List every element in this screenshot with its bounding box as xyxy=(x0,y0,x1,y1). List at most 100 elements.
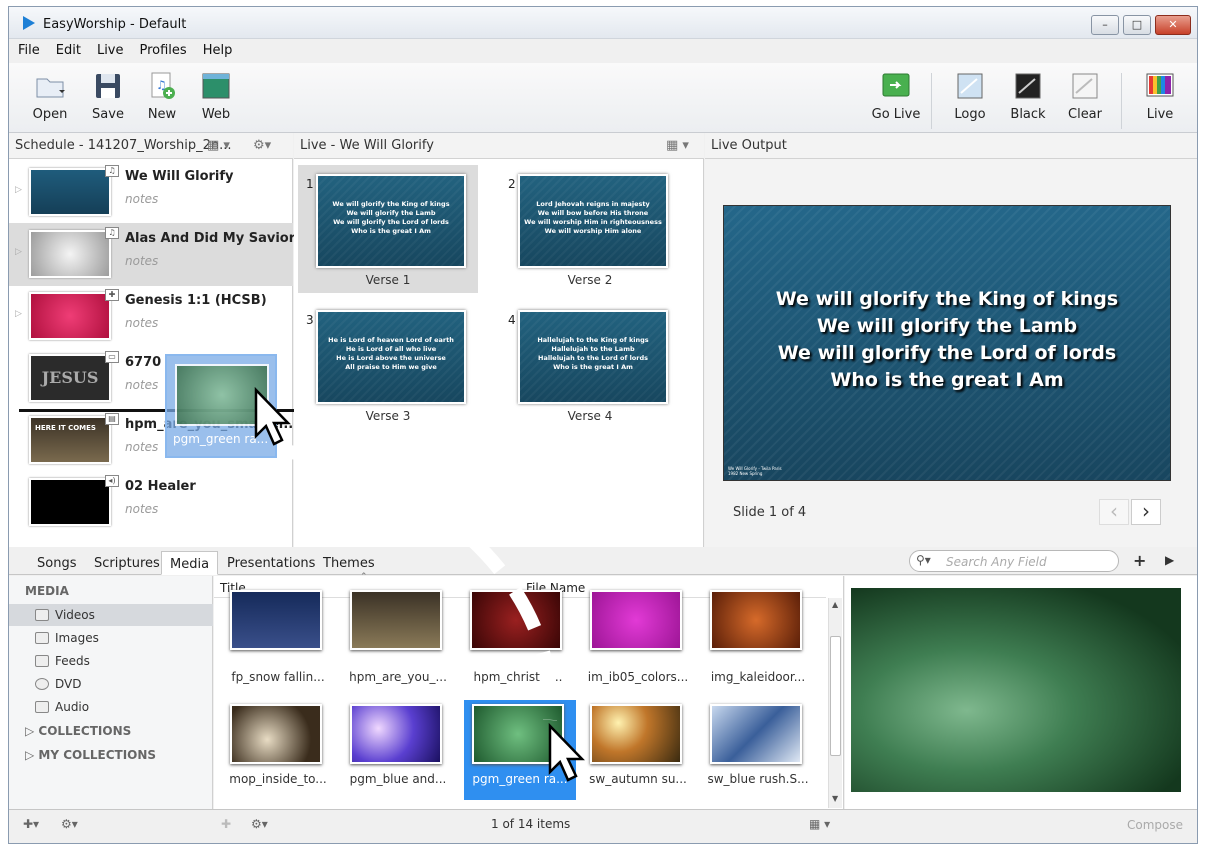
sidebar-item-videos[interactable]: Videos xyxy=(9,604,213,626)
scroll-down-icon[interactable]: ▼ xyxy=(832,794,838,803)
black-button[interactable]: Black xyxy=(1001,71,1055,122)
save-button[interactable]: Save xyxy=(81,71,135,122)
compose-button[interactable]: Compose xyxy=(1127,818,1183,832)
sidebar-item-audio[interactable]: Audio xyxy=(9,696,213,718)
tab-media[interactable]: Media xyxy=(161,551,219,575)
slide-thumbnail[interactable]: 3 He is Lord of heaven Lord of earth He i… xyxy=(298,301,478,429)
media-item[interactable]: sw_blue rush.S... xyxy=(702,700,809,800)
view-mode-icon[interactable]: ▦ ▾ xyxy=(809,817,830,831)
live-panel-title: Live - We Will Glorify xyxy=(300,138,434,153)
menu-help[interactable]: Help xyxy=(194,39,240,58)
thumbnail xyxy=(29,478,111,526)
tab-scriptures[interactable]: Scriptures xyxy=(86,551,168,575)
slide-thumbnail[interactable]: 4 Hallelujah to the King of kings Hallelu… xyxy=(500,301,680,429)
menu-edit[interactable]: Edit xyxy=(47,39,88,58)
media-item[interactable]: fp_snow fallin... xyxy=(222,590,326,698)
item-notes[interactable]: notes xyxy=(125,502,158,516)
menu-live[interactable]: Live xyxy=(88,39,131,58)
logo-button[interactable]: Logo xyxy=(943,71,997,122)
previous-slide-button[interactable]: ‹ xyxy=(1099,499,1129,525)
open-button[interactable]: Open xyxy=(23,71,77,122)
media-item-selected[interactable]: pgm_green ra... xyxy=(464,700,576,800)
media-item[interactable]: img_kaleidoor... xyxy=(702,590,806,698)
gear-icon[interactable]: ⚙▾ xyxy=(253,133,271,159)
folder-icon xyxy=(36,78,65,98)
song-icon: ♫ xyxy=(105,227,119,239)
go-live-button[interactable]: Go Live xyxy=(869,71,923,122)
tab-presentations[interactable]: Presentations xyxy=(219,551,323,575)
slide-thumbnail[interactable]: 2 Lord Jehovah reigns in majesty We will … xyxy=(500,165,680,293)
tab-songs[interactable]: Songs xyxy=(29,551,84,575)
live-button[interactable]: Live xyxy=(1133,71,1187,122)
item-notes[interactable]: notes xyxy=(125,254,158,268)
close-button[interactable]: ✕ xyxy=(1155,15,1191,35)
add-media-icon[interactable]: ✚ xyxy=(221,817,231,831)
item-notes[interactable]: notes xyxy=(125,316,158,330)
expand-arrow-icon[interactable]: ▷ xyxy=(15,185,22,195)
media-preview-image xyxy=(851,588,1181,792)
sort-ascending-icon: ⌃ xyxy=(360,572,368,582)
sidebar-item-feeds[interactable]: Feeds xyxy=(9,650,213,672)
new-button[interactable]: ♫ New xyxy=(135,71,189,122)
scrollbar[interactable]: ▲ ▼ xyxy=(828,598,842,808)
slide-thumbnail[interactable]: 1 We will glorify the King of kings We wi… xyxy=(298,165,478,293)
add-item-icon[interactable]: ✚▾ xyxy=(23,817,39,831)
new-song-icon: ♫ xyxy=(151,72,175,99)
schedule-item[interactable]: ▷ ♫ We Will Glorify notes xyxy=(9,161,293,224)
media-thumbnail xyxy=(710,590,802,650)
library-heading: MEDIA xyxy=(25,584,69,598)
video-icon xyxy=(35,609,49,621)
sidebar-item-images[interactable]: Images xyxy=(9,627,213,649)
expand-arrow-icon[interactable]: ▷ xyxy=(15,309,22,319)
gear-icon[interactable]: ⚙▾ xyxy=(61,817,78,831)
schedule-header: Schedule - 141207_Worship_2n... ▦ ▾ ⚙▾ xyxy=(9,133,293,159)
item-notes[interactable]: notes xyxy=(125,440,158,454)
add-icon[interactable]: + xyxy=(1133,551,1146,570)
scrollbar-thumb[interactable] xyxy=(830,636,841,756)
toolbar: Open Save ♫ New Web Go Live Logo Black C… xyxy=(9,63,1197,133)
window-title: EasyWorship - Default xyxy=(43,17,187,32)
tab-themes[interactable]: Themes xyxy=(315,551,383,575)
menu-profiles[interactable]: Profiles xyxy=(131,39,194,58)
media-thumbnail xyxy=(472,704,564,764)
schedule-item[interactable]: ◂) 02 Healer notes xyxy=(9,471,293,534)
schedule-item[interactable]: ▷ ♫ Alas And Did My Savior Bl... notes xyxy=(9,223,329,286)
item-notes[interactable]: notes xyxy=(125,192,158,206)
next-slide-button[interactable]: › xyxy=(1131,499,1161,525)
media-item[interactable]: mop_inside_to... xyxy=(222,700,327,800)
search-input[interactable]: Search Any Field xyxy=(946,555,1047,569)
media-item[interactable]: sw_autumn su... xyxy=(582,700,687,800)
media-item[interactable]: hpm_christ a... xyxy=(462,590,566,698)
audio-icon: ◂) xyxy=(105,475,119,487)
play-icon[interactable]: ▶ xyxy=(1165,553,1174,567)
sidebar-collections[interactable]: ▷ COLLECTIONS xyxy=(25,724,131,738)
item-count: 1 of 14 items xyxy=(491,817,571,831)
media-item[interactable]: hpm_are_you_... xyxy=(342,590,447,698)
go-live-icon xyxy=(882,73,910,97)
sidebar-item-dvd[interactable]: DVD xyxy=(9,673,213,695)
sidebar-my-collections[interactable]: ▷ MY COLLECTIONS xyxy=(25,748,156,762)
gear-icon[interactable]: ⚙▾ xyxy=(251,817,268,831)
app-window: EasyWorship - Default – □ ✕ File Edit Live… xyxy=(8,6,1198,844)
item-title: Genesis 1:1 (HCSB) xyxy=(125,293,267,308)
minimize-button[interactable]: – xyxy=(1091,15,1119,35)
media-item[interactable]: im_ib05_colors... xyxy=(582,590,688,698)
schedule-item[interactable]: ▷ ✚ Genesis 1:1 (HCSB) notes xyxy=(9,285,293,348)
lyric-line: We will glorify the Lord of lords xyxy=(777,342,1117,364)
clear-button[interactable]: Clear xyxy=(1058,71,1112,122)
menu-bar: File Edit Live Profiles Help xyxy=(9,39,1197,63)
search-box[interactable]: ⚲▾ Search Any Field xyxy=(909,550,1119,572)
web-button[interactable]: Web xyxy=(189,71,243,122)
media-item[interactable]: pgm_blue and... xyxy=(342,700,446,800)
expand-arrow-icon[interactable]: ▷ xyxy=(15,247,22,257)
view-mode-icon[interactable]: ▦ ▾ xyxy=(666,133,689,159)
slide-caption: Verse 3 xyxy=(365,409,411,423)
view-mode-icon[interactable]: ▦ ▾ xyxy=(207,133,230,159)
scroll-up-icon[interactable]: ▲ xyxy=(832,600,838,609)
lyric-line: Who is the great I Am xyxy=(830,369,1064,391)
item-notes[interactable]: notes xyxy=(125,378,158,392)
slide-preview: Lord Jehovah reigns in majesty We will bo… xyxy=(518,174,668,268)
menu-file[interactable]: File xyxy=(9,39,47,58)
library-sidebar: MEDIA Videos Images Feeds DVD Audio ▷ CO… xyxy=(9,576,213,809)
maximize-button[interactable]: □ xyxy=(1123,15,1151,35)
